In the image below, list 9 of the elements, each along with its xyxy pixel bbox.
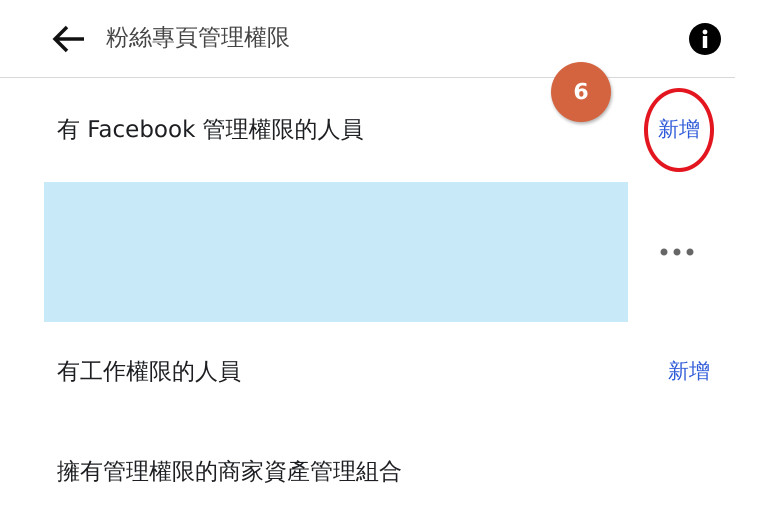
section-label: 有 Facebook 管理權限的人員 [57,116,364,145]
more-icon[interactable] [660,248,694,256]
section-label: 有工作權限的人員 [57,358,241,387]
back-icon[interactable] [52,24,86,52]
info-icon[interactable] [689,22,721,54]
add-link[interactable]: 新增 [668,356,710,388]
step-badge: 6 [551,62,611,122]
page-title: 粉絲專頁管理權限 [106,24,290,54]
section-label: 擁有管理權限的商家資產管理組合 [57,458,402,487]
